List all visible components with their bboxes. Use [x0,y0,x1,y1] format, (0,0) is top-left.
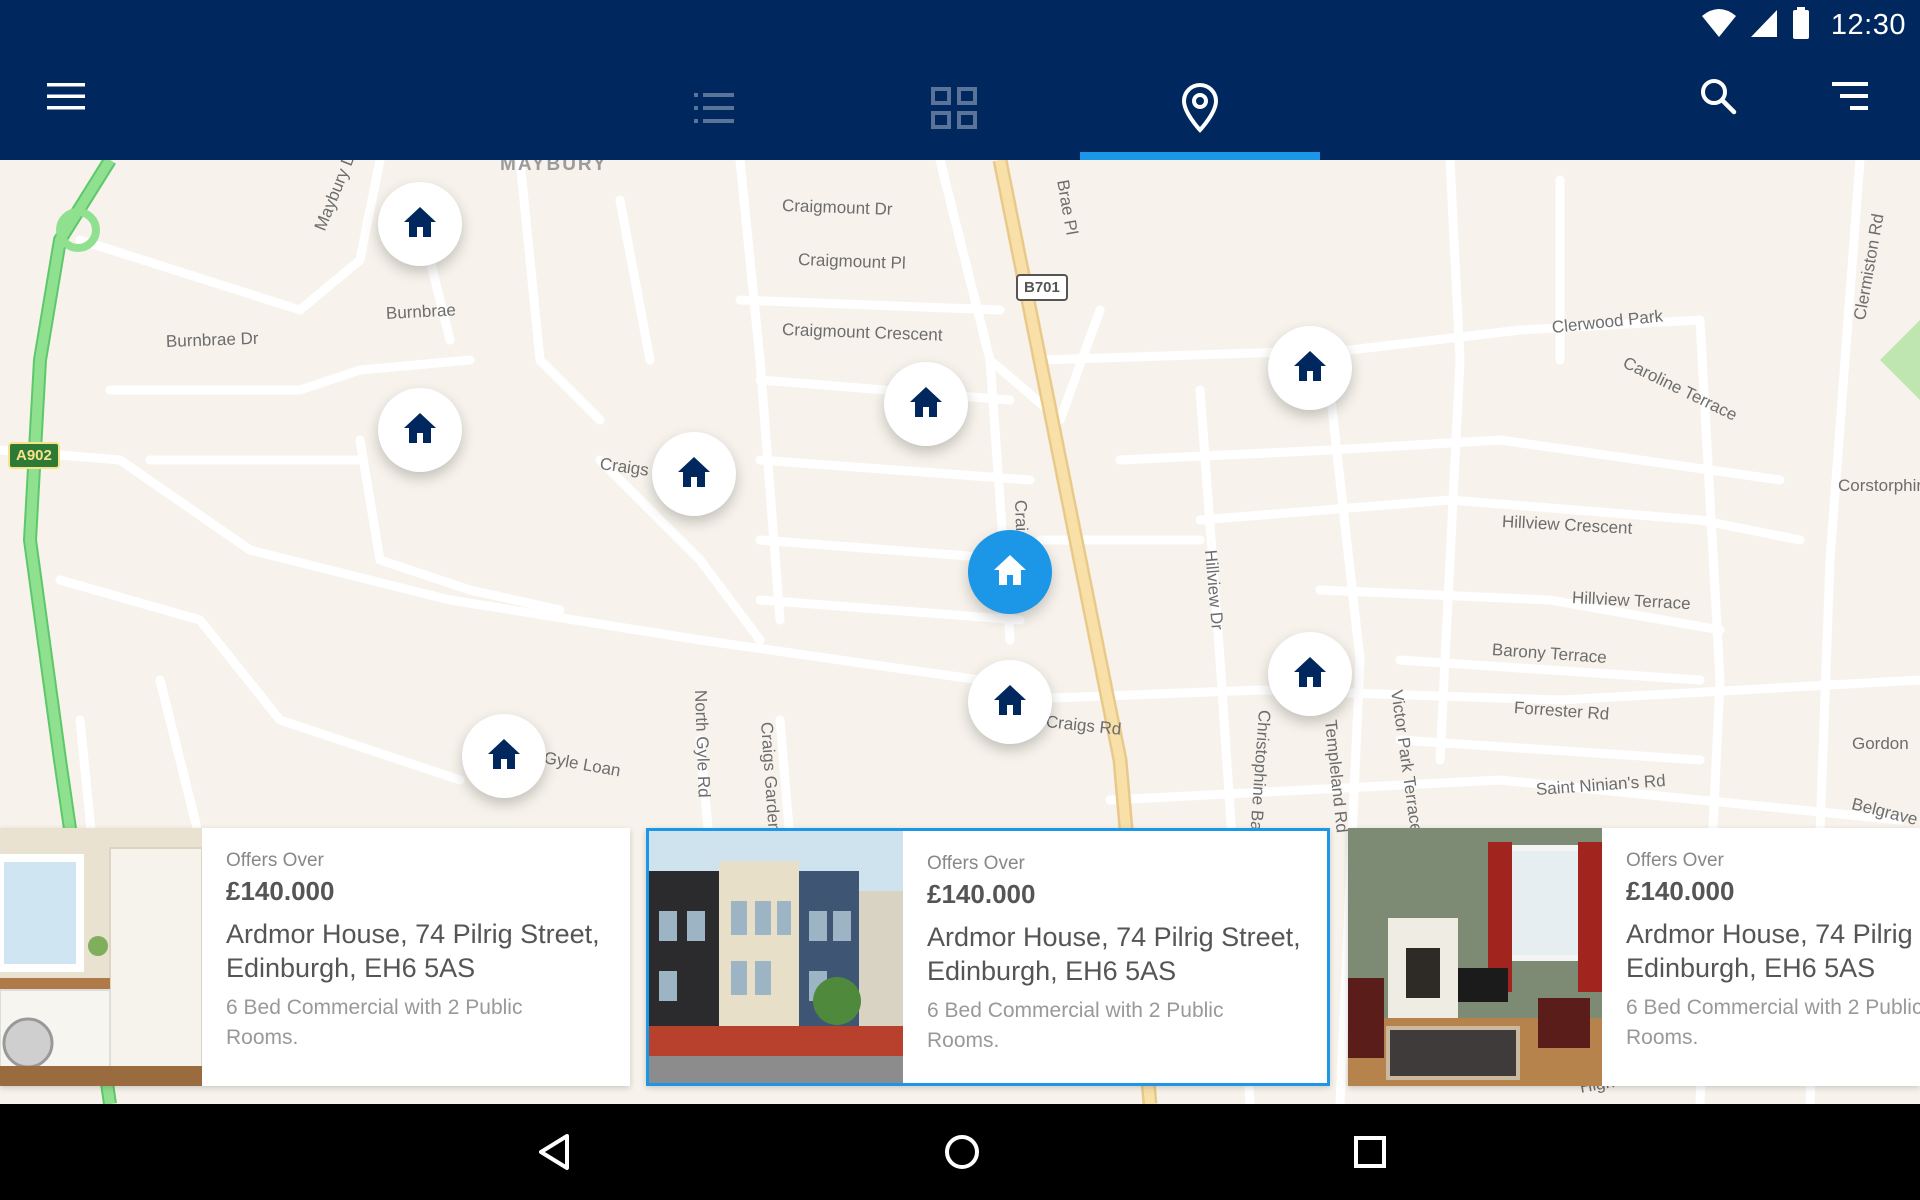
property-pin-selected[interactable] [968,530,1052,614]
back-button[interactable] [514,1124,594,1184]
recents-button[interactable] [1330,1124,1410,1184]
price-qualifier: Offers Over [226,850,324,871]
listing-description: 6 Bed Commercial with 2 Public Rooms. [226,996,523,1049]
listing-address: Ardmor House, 74 Pilrig Street, Edinburg… [927,922,1301,986]
area-label: MAYBURY [500,160,608,175]
cell-signal-icon [1749,8,1779,43]
street-label: Gordon [1852,734,1909,753]
street-label: Corstorphine [1838,476,1920,495]
house-icon [908,385,944,424]
app-bar: 12:30 [0,0,1920,160]
property-pin[interactable] [1268,326,1352,410]
active-tab-indicator [1080,152,1320,160]
house-icon [1292,655,1328,694]
price-qualifier: Offers Over [1626,850,1724,871]
listing-price: £140.000 [226,876,335,906]
house-icon [992,683,1028,722]
wifi-icon [1701,8,1737,43]
house-icon [402,411,438,450]
road-shield-a902: A902 [8,442,60,469]
house-icon [676,455,712,494]
listing-description: 6 Bed Commercial with 2 Public Rooms. [927,999,1224,1052]
listing-carousel[interactable]: Offers Over £140.000 Ardmor House, 74 Pi… [0,828,1920,1088]
status-bar: 12:30 [1701,6,1906,44]
listing-info: Offers Over £140.000 Ardmor House, 74 Pi… [202,828,630,1086]
filter-button[interactable] [1812,66,1888,130]
listing-description: 6 Bed Commercial with 2 Public Rooms. [1626,996,1920,1049]
property-pin[interactable] [462,714,546,798]
search-icon [1699,77,1737,120]
listing-address: Ardmor House, 74 Pilrig Street, Edinburg… [226,919,600,983]
street-label: Craigmount Pl [797,250,907,273]
house-icon [1292,349,1328,388]
listing-card[interactable]: Offers Over £140.000 Ardmor House, 74 Pi… [1348,828,1920,1086]
property-pin[interactable] [968,660,1052,744]
tab-list-view[interactable] [594,60,834,160]
hamburger-menu-icon [47,82,85,115]
search-button[interactable] [1680,66,1756,130]
list-icon [694,92,734,129]
street-label: Craigmount Dr [781,196,893,219]
listing-price: £140.000 [927,879,1036,909]
listing-photo-kitchen [0,828,202,1086]
house-icon [486,737,522,776]
home-icon [944,1134,980,1175]
map-pin-icon [1180,82,1220,138]
tab-map-view[interactable] [1080,60,1320,160]
listing-photo-townhouses [649,831,903,1083]
property-pin[interactable] [652,432,736,516]
street-label: Burnbrae [385,300,457,323]
property-pin[interactable] [884,362,968,446]
property-pin[interactable] [1268,632,1352,716]
road-shield-b701: B701 [1016,274,1068,301]
back-icon [537,1133,571,1176]
street-label: North Gyle Rd [691,689,714,798]
listing-address: Ardmor House, 74 Pilrig Street, Edinburg… [1626,919,1920,983]
home-button[interactable] [922,1124,1002,1184]
status-time: 12:30 [1830,8,1906,41]
house-icon [992,553,1028,592]
menu-button[interactable] [26,66,106,130]
grid-icon [931,86,977,134]
tab-grid-view[interactable] [834,60,1074,160]
property-pin[interactable] [378,182,462,266]
listing-price: £140.000 [1626,876,1735,906]
property-pin[interactable] [378,388,462,472]
price-qualifier: Offers Over [927,853,1025,874]
recents-icon [1354,1135,1386,1173]
listing-info: Offers Over £140.000 Ardmor House, 74 Pi… [1602,828,1920,1086]
street-label: Burnbrae Dr [165,328,259,351]
filter-icon [1832,81,1868,115]
listing-info: Offers Over £140.000 Ardmor House, 74 Pi… [903,831,1327,1083]
battery-icon [1791,6,1811,44]
listing-card-selected[interactable]: Offers Over £140.000 Ardmor House, 74 Pi… [646,828,1330,1086]
listing-photo-living-room [1348,828,1602,1086]
house-icon [402,205,438,244]
listing-card[interactable]: Offers Over £140.000 Ardmor House, 74 Pi… [0,828,630,1086]
system-navigation-bar [0,1104,1920,1200]
